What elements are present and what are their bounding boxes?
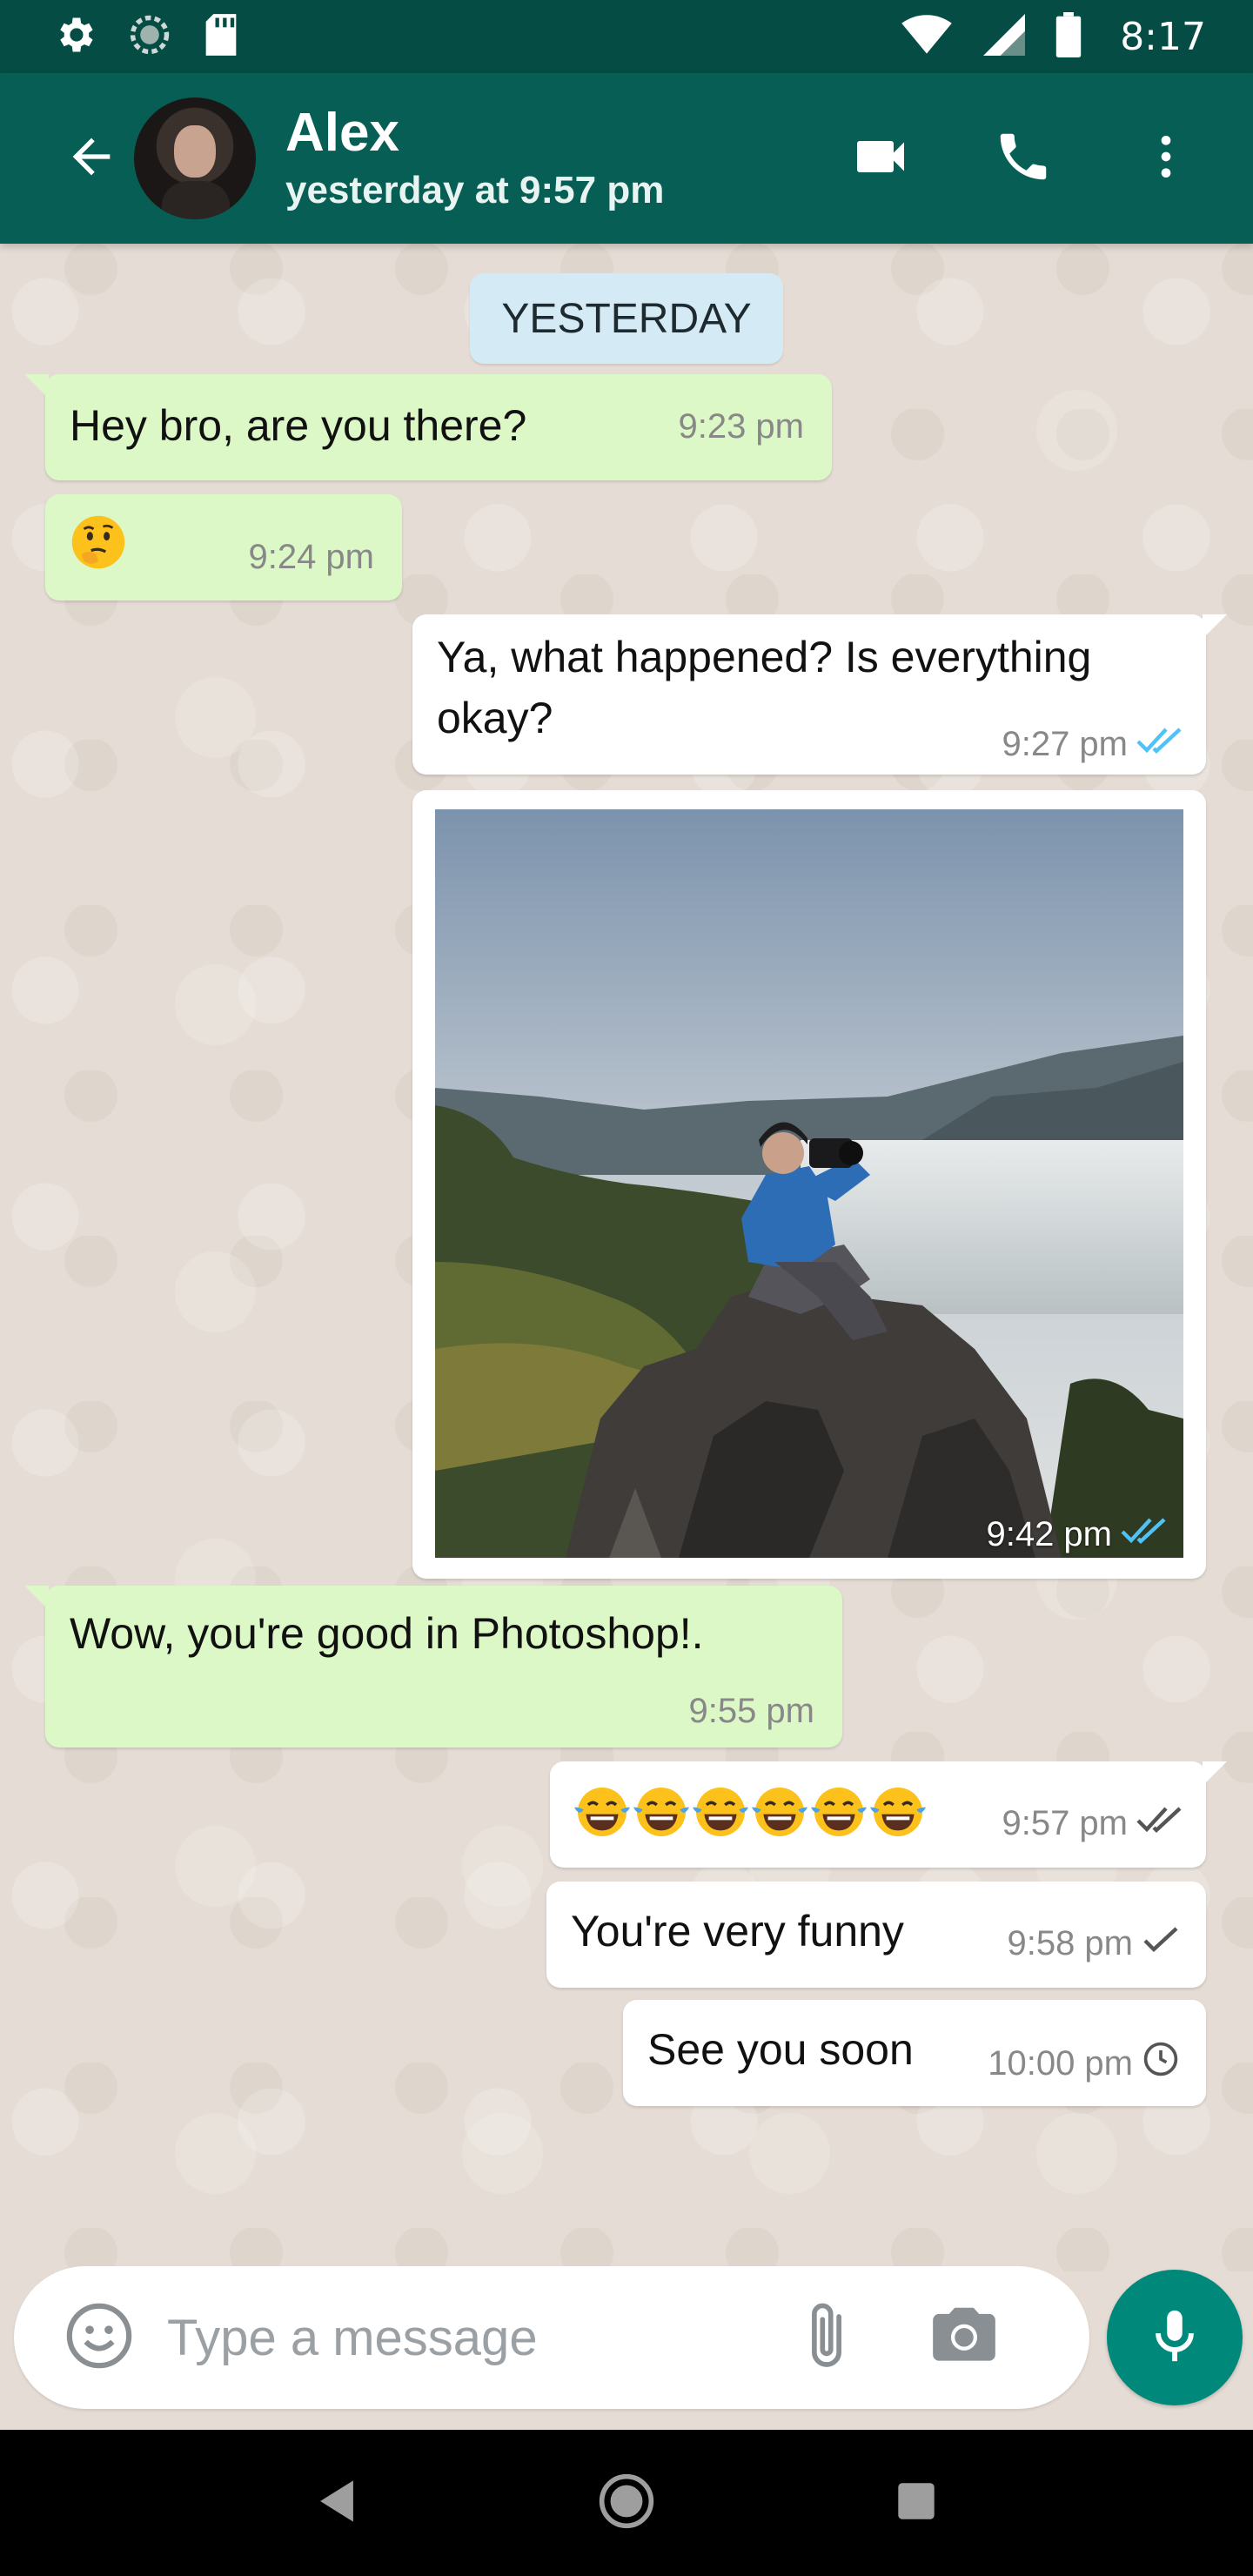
camera-icon (927, 2298, 1002, 2378)
message-text: See you soon (647, 2025, 914, 2074)
status-bar: 8:17 (0, 0, 1253, 73)
message-meta: 9:58 pm (1007, 1922, 1180, 1965)
message-meta: 9:27 pm (1002, 722, 1183, 766)
photographer-on-mountain-photo[interactable] (435, 809, 1183, 1558)
message-emoji-row (574, 1784, 926, 1855)
message-meta: 9:57 pm (1002, 1801, 1183, 1845)
message-meta: 9:55 pm (688, 1692, 814, 1731)
double-check-read-icon (1136, 722, 1183, 766)
system-navigation-bar (0, 2430, 1253, 2576)
paperclip-icon (794, 2298, 860, 2378)
nav-recents-button[interactable] (873, 2459, 960, 2546)
message-time: 9:27 pm (1002, 724, 1128, 763)
message-text: You're very funny (571, 1907, 904, 1955)
header-actions (790, 106, 1218, 211)
message-time: 9:24 pm (248, 538, 374, 576)
video-call-icon (849, 125, 912, 192)
single-check-sent-icon (1142, 1922, 1180, 1965)
chat-area[interactable]: YESTERDAY Hey bro, are you there? 9:23 p… (0, 244, 1253, 2271)
message-time: 10:00 pm (988, 2043, 1133, 2083)
back-button[interactable] (52, 119, 131, 198)
image-message-bubble[interactable]: 9:42 pm (412, 790, 1206, 1579)
message-emoji (70, 513, 127, 587)
message-time: 9:42 pm (986, 1514, 1112, 1553)
status-left (52, 12, 240, 62)
gear-icon (52, 12, 97, 62)
tears-of-joy-icon (633, 1784, 689, 1855)
image-message-meta: 9:42 pm (986, 1513, 1168, 1556)
message-meta: 10:00 pm (988, 2040, 1180, 2087)
message-bubble-outgoing[interactable]: 9:57 pm (550, 1761, 1227, 1868)
triangle-back-icon (316, 2479, 358, 2528)
status-time: 8:17 (1120, 14, 1206, 59)
message-meta: 9:23 pm (678, 407, 804, 446)
bubble-tail (1203, 1761, 1227, 1786)
message-composer (14, 2266, 1089, 2409)
contact-name: Alex (285, 102, 399, 163)
message-meta: 9:24 pm (248, 538, 374, 577)
bubble-tail (1203, 614, 1227, 639)
video-call-button[interactable] (828, 106, 933, 211)
voice-record-button[interactable] (1107, 2270, 1243, 2405)
tears-of-joy-icon (693, 1784, 748, 1855)
date-separator: YESTERDAY (470, 273, 783, 364)
message-bubble-outgoing[interactable]: See you soon 10:00 pm (623, 2000, 1206, 2106)
chat-header: Alex yesterday at 9:57 pm (0, 73, 1253, 244)
tears-of-joy-icon (870, 1784, 926, 1855)
status-right: 8:17 (901, 11, 1206, 62)
voice-call-button[interactable] (971, 106, 1075, 211)
message-bubble-outgoing[interactable]: You're very funny 9:58 pm (546, 1882, 1206, 1988)
message-time: 9:23 pm (678, 407, 804, 446)
signal-icon (982, 13, 1026, 60)
clock-pending-icon (1142, 2040, 1180, 2087)
back-arrow-icon (64, 129, 119, 189)
more-vert-icon (1138, 129, 1194, 189)
emoji-button[interactable] (56, 2294, 143, 2381)
camera-button[interactable] (921, 2294, 1008, 2381)
double-check-delivered-icon (1136, 1801, 1183, 1845)
contact-info[interactable]: Alex yesterday at 9:57 pm (285, 102, 790, 214)
message-bubble-incoming[interactable]: Wow, you're good in Photoshop!. 9:55 pm (24, 1586, 842, 1748)
sd-card-icon (202, 12, 240, 62)
message-text: Hey bro, are you there? (70, 401, 527, 450)
thinking-face-icon (70, 513, 127, 587)
bubble-tail (24, 1586, 49, 1610)
message-time: 9:58 pm (1007, 1923, 1133, 1962)
message-time: 9:57 pm (1002, 1803, 1128, 1842)
tears-of-joy-icon (574, 1784, 630, 1855)
tears-of-joy-icon (811, 1784, 867, 1855)
nav-back-button[interactable] (293, 2459, 380, 2546)
message-bubble-outgoing[interactable]: Ya, what happened? Is everything okay? 9… (412, 614, 1227, 775)
sync-icon (127, 12, 172, 62)
emoji-icon (64, 2300, 135, 2376)
message-bubble-incoming[interactable]: 9:24 pm (45, 494, 402, 600)
tears-of-joy-icon (752, 1784, 807, 1855)
message-time: 9:55 pm (688, 1692, 814, 1730)
microphone-icon (1144, 2305, 1205, 2371)
phone-icon (993, 126, 1054, 191)
message-text: Wow, you're good in Photoshop!. (70, 1609, 704, 1658)
circle-home-icon (597, 2472, 656, 2535)
more-options-button[interactable] (1114, 106, 1218, 211)
contact-last-seen: yesterday at 9:57 pm (285, 168, 665, 211)
battery-icon (1055, 11, 1082, 62)
nav-home-button[interactable] (583, 2459, 670, 2546)
message-bubble-incoming[interactable]: Hey bro, are you there? 9:23 pm (24, 374, 832, 480)
attach-button[interactable] (783, 2294, 870, 2381)
message-input[interactable] (167, 2308, 776, 2367)
double-check-read-icon (1121, 1513, 1168, 1556)
bubble-tail (24, 374, 49, 399)
wifi-icon (901, 14, 953, 60)
avatar[interactable] (134, 97, 256, 219)
square-recents-icon (896, 2481, 936, 2526)
